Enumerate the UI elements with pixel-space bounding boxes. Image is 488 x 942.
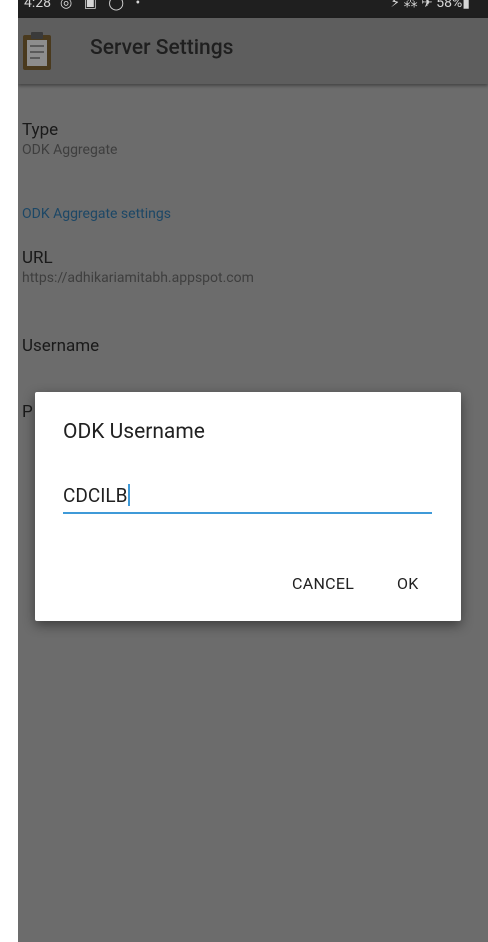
ok-button[interactable]: OK xyxy=(397,574,419,593)
dialog-title: ODK Username xyxy=(63,420,205,444)
page-title: Server Settings xyxy=(90,36,234,60)
status-notification-icons: ◎ ▣ ◯ • xyxy=(60,0,145,11)
pref-type-summary: ODK Aggregate xyxy=(22,142,118,158)
category-aggregate-settings: ODK Aggregate settings xyxy=(22,206,171,222)
pref-url[interactable]: URL https://adhikariamitabh.appspot.com xyxy=(22,248,254,286)
username-dialog: ODK Username CDCILB CANCEL OK xyxy=(35,392,461,621)
pref-username[interactable]: Username xyxy=(22,336,99,356)
status-bar: 4:28 ◎ ▣ ◯ • ⚡ ⁂ ✈ 58%▮ xyxy=(18,0,488,18)
app-toolbar: Server Settings xyxy=(18,18,488,84)
text-caret xyxy=(128,484,131,506)
pref-type-title: Type xyxy=(22,120,59,140)
pref-url-title: URL xyxy=(22,248,53,268)
username-input-value: CDCILB xyxy=(63,484,128,507)
pref-type[interactable]: Type ODK Aggregate xyxy=(22,120,117,158)
pref-password[interactable]: P xyxy=(22,402,33,422)
status-time: 4:28 xyxy=(24,0,51,11)
pref-url-summary: https://adhikariamitabh.appspot.com xyxy=(22,270,254,286)
username-input[interactable]: CDCILB xyxy=(63,484,432,514)
pref-password-title: P xyxy=(22,402,33,422)
clipboard-icon xyxy=(23,32,51,70)
cancel-button[interactable]: CANCEL xyxy=(292,574,354,593)
pref-username-title: Username xyxy=(22,336,100,356)
status-system-icons: ⚡ ⁂ ✈ 58%▮ xyxy=(390,0,470,11)
